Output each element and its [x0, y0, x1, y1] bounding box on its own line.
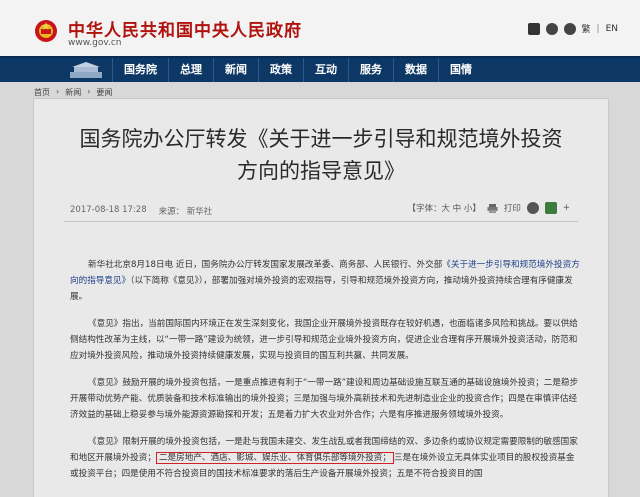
lang-traditional[interactable]: 繁: [582, 22, 591, 35]
highlighted-text: 二是房地产、酒店、影城、娱乐业、体育俱乐部等境外投资；: [155, 452, 394, 464]
article-body: 新华社北京8月18日电 近日，国务院办公厅转发国家发展改革委、商务部、人民银行、…: [70, 257, 580, 493]
print-icon[interactable]: [487, 203, 498, 214]
paragraph-text: 新华社北京8月18日电 近日，国务院办公厅转发国家发展改革委、商务部、人民银行、…: [88, 260, 443, 270]
article-title-line-1: 国务院办公厅转发《关于进一步引导和规范境外投资: [79, 127, 563, 151]
font-size-control[interactable]: 【字体：大 中 小】: [407, 202, 480, 214]
nav-item-premier[interactable]: 总理: [168, 58, 213, 82]
breadcrumb-separator: ›: [56, 87, 60, 96]
breadcrumb-news[interactable]: 新闻: [65, 87, 81, 98]
print-button[interactable]: 打印: [504, 202, 521, 214]
article-paragraph: 《意见》限制开展的境外投资包括，一是赴与我国未建交、发生战乱或者我国缔结的双、多…: [70, 434, 580, 482]
header-tools: 繁 | EN: [527, 22, 618, 35]
breadcrumb-separator: ›: [87, 87, 91, 96]
main-nav: 国务院 总理 新闻 政策 互动 服务 数据 国情: [0, 56, 640, 82]
article-panel: 国务院办公厅转发《关于进一步引导和规范境外投资 方向的指导意见》 2017-08…: [33, 98, 609, 497]
more-share-icon[interactable]: +: [563, 203, 570, 213]
wechat-icon[interactable]: [563, 22, 576, 35]
wechat-share-icon[interactable]: [544, 202, 557, 214]
breadcrumb-home[interactable]: 首页: [34, 87, 50, 98]
nav-item-national-info[interactable]: 国情: [438, 58, 483, 82]
article-title: 国务院办公厅转发《关于进一步引导和规范境外投资 方向的指导意见》: [34, 123, 608, 187]
nav-item-policy[interactable]: 政策: [258, 58, 303, 82]
paragraph-text: （以下简称《意见》），部署加强对境外投资的宏观指导，引导和规范境外投资方向，推动…: [70, 276, 573, 302]
article-meta: 2017-08-18 17:28 来源： 新华社: [70, 205, 212, 217]
nav-item-state-council[interactable]: 国务院: [112, 58, 168, 82]
divider: [64, 221, 578, 222]
divider: |: [596, 23, 600, 34]
mobile-icon[interactable]: [527, 22, 540, 35]
weibo-share-icon[interactable]: [526, 202, 539, 214]
article-tools: 【字体：大 中 小】 打印 +: [407, 202, 570, 214]
site-url: www.gov.cn: [68, 38, 122, 48]
nav-item-data[interactable]: 数据: [393, 58, 438, 82]
breadcrumb-headlines[interactable]: 要闻: [96, 87, 112, 98]
national-emblem-icon: [35, 20, 57, 42]
lang-english[interactable]: EN: [606, 24, 618, 34]
breadcrumb: 首页 › 新闻 › 要闻: [34, 87, 112, 98]
article-paragraph: 《意见》指出，当前国际国内环境正在发生深刻变化，我国企业开展境外投资既存在较好机…: [70, 319, 578, 361]
site-header: 中华人民共和国中央人民政府 www.gov.cn 繁 | EN: [0, 0, 640, 56]
nav-items: 国务院 总理 新闻 政策 互动 服务 数据 国情: [112, 58, 483, 82]
tiananmen-icon[interactable]: [64, 60, 108, 80]
article-date: 2017-08-18 17:28: [70, 205, 147, 215]
article-title-line-2: 方向的指导意见》: [237, 159, 405, 183]
article-source: 来源： 新华社: [158, 207, 213, 217]
nav-item-news[interactable]: 新闻: [213, 58, 258, 82]
page: 中华人民共和国中央人民政府 www.gov.cn 繁 | EN 国务院 总理 新…: [0, 0, 640, 497]
article-paragraph: 《意见》鼓励开展的境外投资包括，一是重点推进有利于“一带一路”建设和周边基础设施…: [70, 378, 579, 420]
article-paragraph: 新华社北京8月18日电 近日，国务院办公厅转发国家发展改革委、商务部、人民银行、…: [70, 257, 580, 305]
nav-item-interaction[interactable]: 互动: [303, 58, 348, 82]
weibo-icon[interactable]: [545, 22, 558, 35]
nav-item-service[interactable]: 服务: [348, 58, 393, 82]
